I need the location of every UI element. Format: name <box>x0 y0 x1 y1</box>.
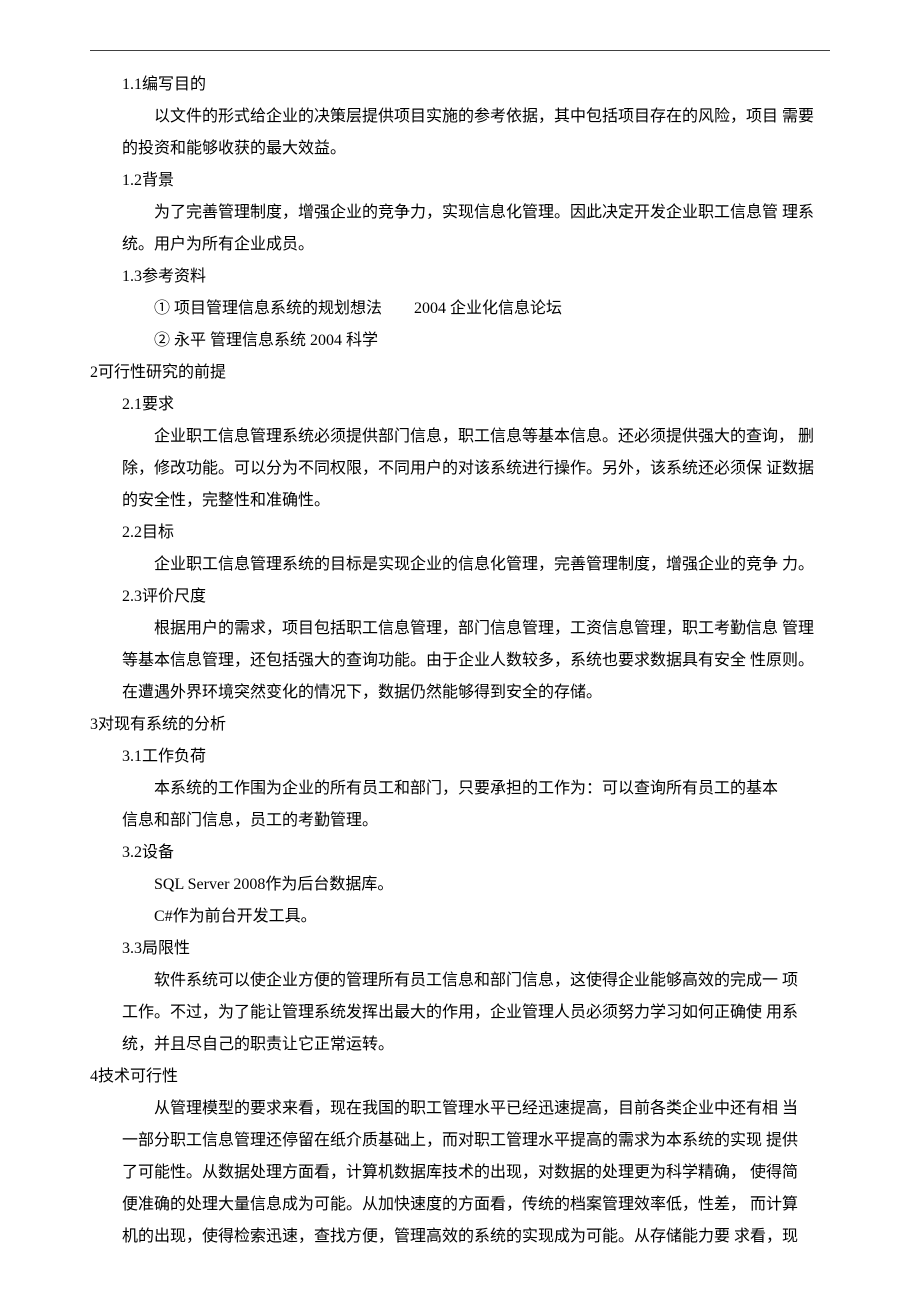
paragraph-text: SQL Server 2008作为后台数据库。 <box>90 869 830 901</box>
paragraph-text: 根据用户的需求，项目包括职工信息管理，部门信息管理，工资信息管理，职工考勤信息 … <box>90 613 830 645</box>
heading-4: 4技术可行性 <box>90 1061 830 1093</box>
reference-item: ② 永平 管理信息系统 2004 科学 <box>90 325 830 357</box>
heading-3-2: 3.2设备 <box>90 837 830 869</box>
heading-2-1: 2.1要求 <box>90 389 830 421</box>
paragraph-text: 为了完善管理制度，增强企业的竞争力，实现信息化管理。因此决定开发企业职工信息管 … <box>90 197 830 229</box>
paragraph-text: 以文件的形式给企业的决策层提供项目实施的参考依据，其中包括项目存在的风险，项目 … <box>90 101 830 133</box>
heading-3-3: 3.3局限性 <box>90 933 830 965</box>
paragraph-text: 等基本信息管理，还包括强大的查询功能。由于企业人数较多，系统也要求数据具有安全 … <box>90 645 830 677</box>
paragraph-text: 统，并且尽自己的职责让它正常运转。 <box>90 1029 830 1061</box>
heading-2-2: 2.2目标 <box>90 517 830 549</box>
paragraph-text: C#作为前台开发工具。 <box>90 901 830 933</box>
document-page: 1.1编写目的 以文件的形式给企业的决策层提供项目实施的参考依据，其中包括项目存… <box>90 50 830 1253</box>
paragraph-text: 工作。不过，为了能让管理系统发挥出最大的作用，企业管理人员必须努力学习如何正确使… <box>90 997 830 1029</box>
paragraph-text: 一部分职工信息管理还停留在纸介质基础上，而对职工管理水平提高的需求为本系统的实现… <box>90 1125 830 1157</box>
heading-3-1: 3.1工作负荷 <box>90 741 830 773</box>
heading-2-3: 2.3评价尺度 <box>90 581 830 613</box>
page-top-rule <box>90 50 830 51</box>
paragraph-text: 的投资和能够收获的最大效益。 <box>90 133 830 165</box>
paragraph-text: 除，修改功能。可以分为不同权限，不同用户的对该系统进行操作。另外，该系统还必须保… <box>90 453 830 485</box>
heading-1-2: 1.2背景 <box>90 165 830 197</box>
paragraph-text: 在遭遇外界环境突然变化的情况下，数据仍然能够得到安全的存储。 <box>90 677 830 709</box>
heading-2: 2可行性研究的前提 <box>90 357 830 389</box>
heading-1-1: 1.1编写目的 <box>90 69 830 101</box>
heading-3: 3对现有系统的分析 <box>90 709 830 741</box>
paragraph-text: 本系统的工作围为企业的所有员工和部门，只要承担的工作为：可以查询所有员工的基本 <box>90 773 830 805</box>
reference-item: ① 项目管理信息系统的规划想法 2004 企业化信息论坛 <box>90 293 830 325</box>
paragraph-text: 的安全性，完整性和准确性。 <box>90 485 830 517</box>
paragraph-text: 软件系统可以使企业方便的管理所有员工信息和部门信息，这使得企业能够高效的完成一 … <box>90 965 830 997</box>
heading-1-3: 1.3参考资料 <box>90 261 830 293</box>
paragraph-text: 从管理模型的要求来看，现在我国的职工管理水平已经迅速提高，目前各类企业中还有相 … <box>90 1093 830 1125</box>
paragraph-text: 信息和部门信息，员工的考勤管理。 <box>90 805 830 837</box>
paragraph-text: 了可能性。从数据处理方面看，计算机数据库技术的出现，对数据的处理更为科学精确， … <box>90 1157 830 1189</box>
paragraph-text: 企业职工信息管理系统必须提供部门信息，职工信息等基本信息。还必须提供强大的查询，… <box>90 421 830 453</box>
paragraph-text: 统。用户为所有企业成员。 <box>90 229 830 261</box>
paragraph-text: 便准确的处理大量信息成为可能。从加快速度的方面看，传统的档案管理效率低，性差， … <box>90 1189 830 1221</box>
paragraph-text: 企业职工信息管理系统的目标是实现企业的信息化管理，完善管理制度，增强企业的竞争 … <box>90 549 830 581</box>
paragraph-text: 机的出现，使得检索迅速，查找方便，管理高效的系统的实现成为可能。从存储能力要 求… <box>90 1221 830 1253</box>
